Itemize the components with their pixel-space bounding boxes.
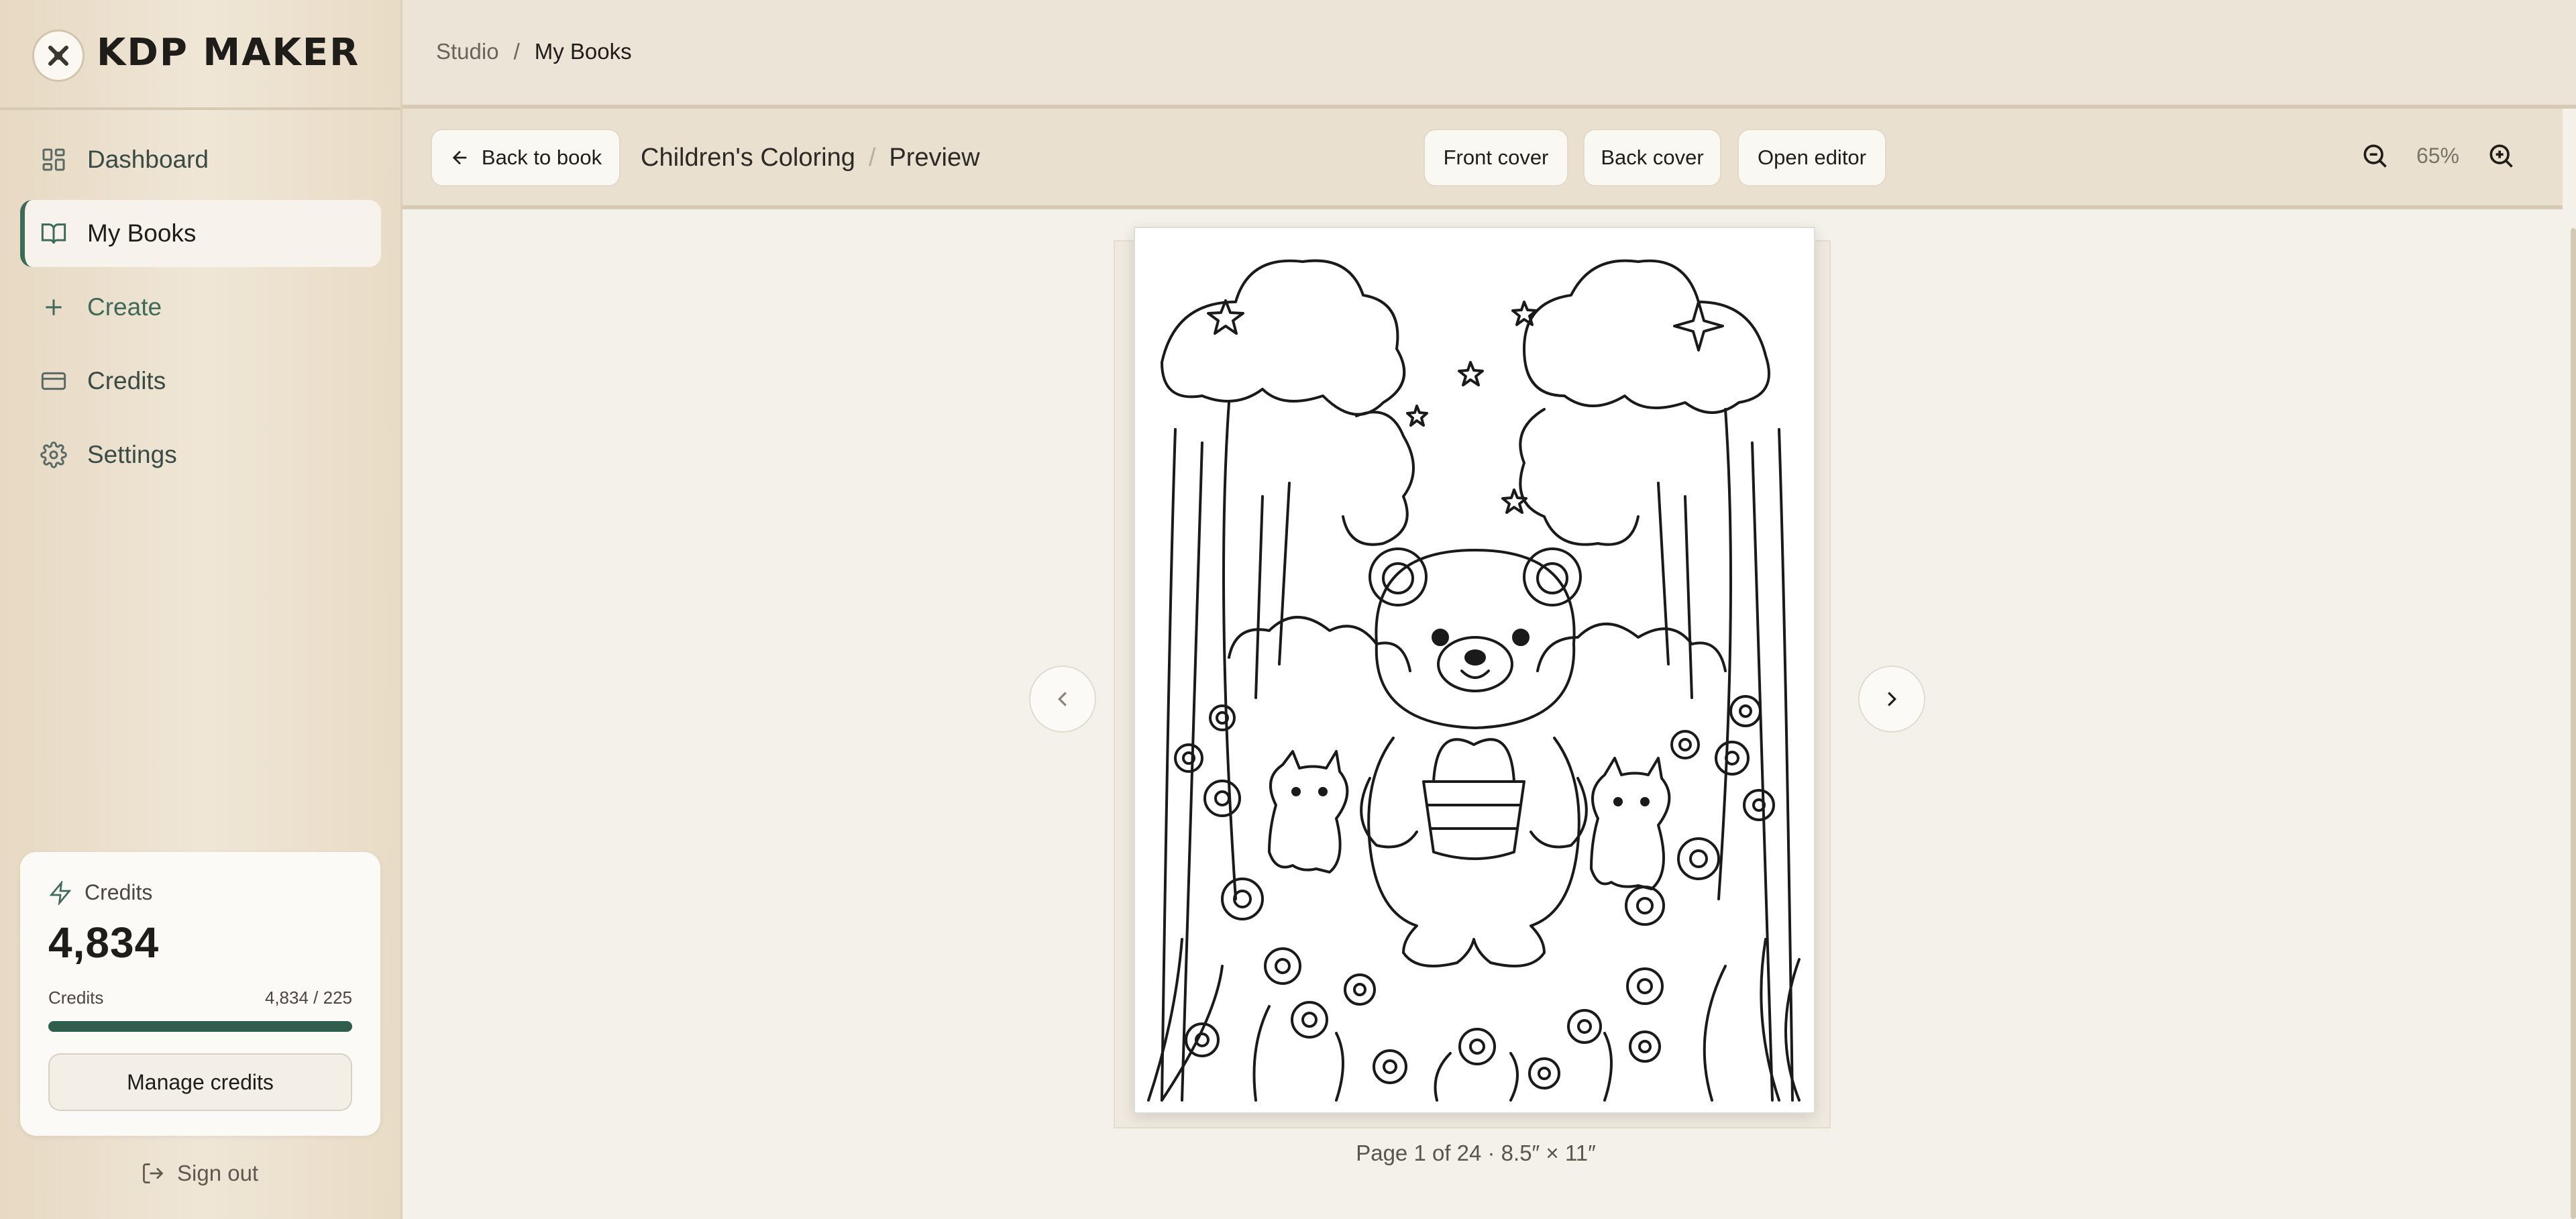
back-to-book-label: Back to book (481, 146, 602, 169)
credits-card-header: Credits (48, 880, 152, 905)
breadcrumb-current: My Books (534, 39, 632, 64)
zoom-level: 65% (2416, 143, 2459, 168)
credits-usage-value: 4,834 / 225 (264, 988, 352, 1008)
scrollbar[interactable] (2571, 228, 2576, 1219)
chevron-right-icon (1888, 692, 1896, 706)
next-page-button[interactable] (1858, 666, 1925, 733)
sidebar-item-credits[interactable]: Credits (20, 348, 381, 415)
preview-toolbar: Back to book Children's Coloring / Previ… (402, 109, 2563, 209)
book-title-group: Children's Coloring / Preview (641, 144, 980, 172)
zoom-out-icon[interactable] (2360, 141, 2390, 170)
breadcrumb-separator: / (513, 39, 520, 64)
breadcrumb-studio[interactable]: Studio (436, 39, 499, 64)
sign-out-label: Sign out (177, 1161, 259, 1185)
lightning-icon (49, 880, 72, 905)
page-info: Page 1 of 24 · 8.5″ × 11″ (1356, 1141, 1596, 1165)
gear-icon (40, 441, 67, 468)
sidebar-item-label: Dashboard (87, 146, 209, 173)
credits-usage-row: Credits 4,834 / 225 (48, 988, 352, 1008)
sidebar-nav: Dashboard My Books Create Credits Settin… (20, 126, 381, 495)
zoom-in-icon[interactable] (2486, 141, 2516, 170)
book-title: Children's Coloring (641, 144, 855, 172)
sign-out-icon (143, 1163, 164, 1183)
arrow-left-icon (452, 150, 467, 165)
sidebar-item-settings[interactable]: Settings (20, 421, 381, 488)
back-cover-button[interactable]: Back cover (1583, 129, 1721, 187)
front-cover-button[interactable]: Front cover (1424, 129, 1568, 187)
sidebar-item-dashboard[interactable]: Dashboard (20, 126, 381, 193)
app-logo-text[interactable]: KDP MAKER (97, 31, 360, 74)
credits-balance: 4,834 (48, 918, 160, 967)
open-editor-button[interactable]: Open editor (1737, 129, 1886, 187)
credits-card: Credits 4,834 Credits 4,834 / 225 Manage… (20, 852, 380, 1136)
title-separator: / (868, 144, 876, 172)
sidebar-item-label: Settings (87, 441, 177, 468)
sign-out-button[interactable]: Sign out (141, 1161, 258, 1186)
dashboard-icon (42, 148, 65, 171)
preview-page (1134, 227, 1815, 1114)
sidebar-item-my-books[interactable]: My Books (20, 200, 381, 267)
coloring-page-illustration (1147, 259, 1801, 1102)
book-open-icon (41, 223, 66, 244)
sidebar-item-label: Credits (87, 367, 166, 394)
credits-usage-label: Credits (48, 988, 104, 1008)
sidebar: KDP MAKER Dashboard My Books Create Cred… (0, 0, 402, 1219)
previous-page-button[interactable] (1029, 666, 1096, 733)
credit-card-icon (41, 372, 66, 390)
sidebar-item-label: My Books (87, 219, 197, 247)
zoom-controls: 65% (2360, 141, 2516, 170)
chevron-left-icon (1058, 692, 1067, 706)
logo-bar: KDP MAKER (0, 0, 400, 110)
sidebar-item-label: Create (87, 293, 162, 321)
logo-icon[interactable] (32, 30, 85, 82)
top-header: Studio / My Books (402, 0, 2576, 109)
credits-card-heading: Credits (85, 880, 153, 904)
plus-icon (46, 299, 62, 315)
view-label: Preview (889, 144, 980, 172)
back-to-book-button[interactable]: Back to book (431, 129, 621, 187)
manage-credits-button[interactable]: Manage credits (48, 1053, 352, 1111)
sidebar-item-create[interactable]: Create (20, 274, 381, 341)
breadcrumb: Studio / My Books (436, 39, 632, 64)
credits-progress-bar (48, 1021, 352, 1032)
